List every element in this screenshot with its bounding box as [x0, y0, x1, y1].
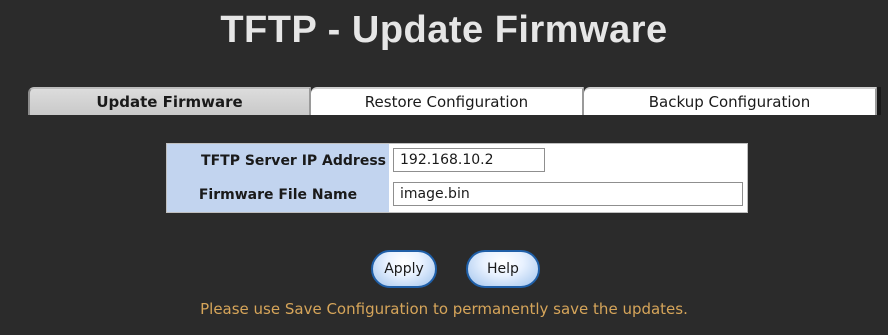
tab-update-firmware[interactable]: Update Firmware — [28, 87, 311, 115]
page: TFTP - Update Firmware Update Firmware R… — [0, 0, 888, 335]
file-name-row: Firmware File Name — [167, 178, 747, 212]
apply-button[interactable]: Apply — [371, 250, 437, 288]
tab-restore-configuration[interactable]: Restore Configuration — [311, 87, 584, 115]
file-name-label: Firmware File Name — [167, 178, 389, 212]
help-button[interactable]: Help — [466, 250, 540, 288]
save-notice: Please use Save Configuration to permane… — [200, 300, 688, 318]
tab-backup-configuration[interactable]: Backup Configuration — [584, 87, 877, 115]
tab-bar-edge — [877, 87, 881, 115]
tftp-form: TFTP Server IP Address Firmware File Nam… — [166, 143, 748, 213]
tab-bar: Update Firmware Restore Configuration Ba… — [28, 87, 881, 115]
file-name-input[interactable] — [393, 182, 743, 206]
server-ip-row: TFTP Server IP Address — [167, 144, 747, 178]
server-ip-input[interactable] — [393, 148, 545, 172]
page-title: TFTP - Update Firmware — [220, 9, 668, 51]
server-ip-label: TFTP Server IP Address — [167, 144, 389, 178]
